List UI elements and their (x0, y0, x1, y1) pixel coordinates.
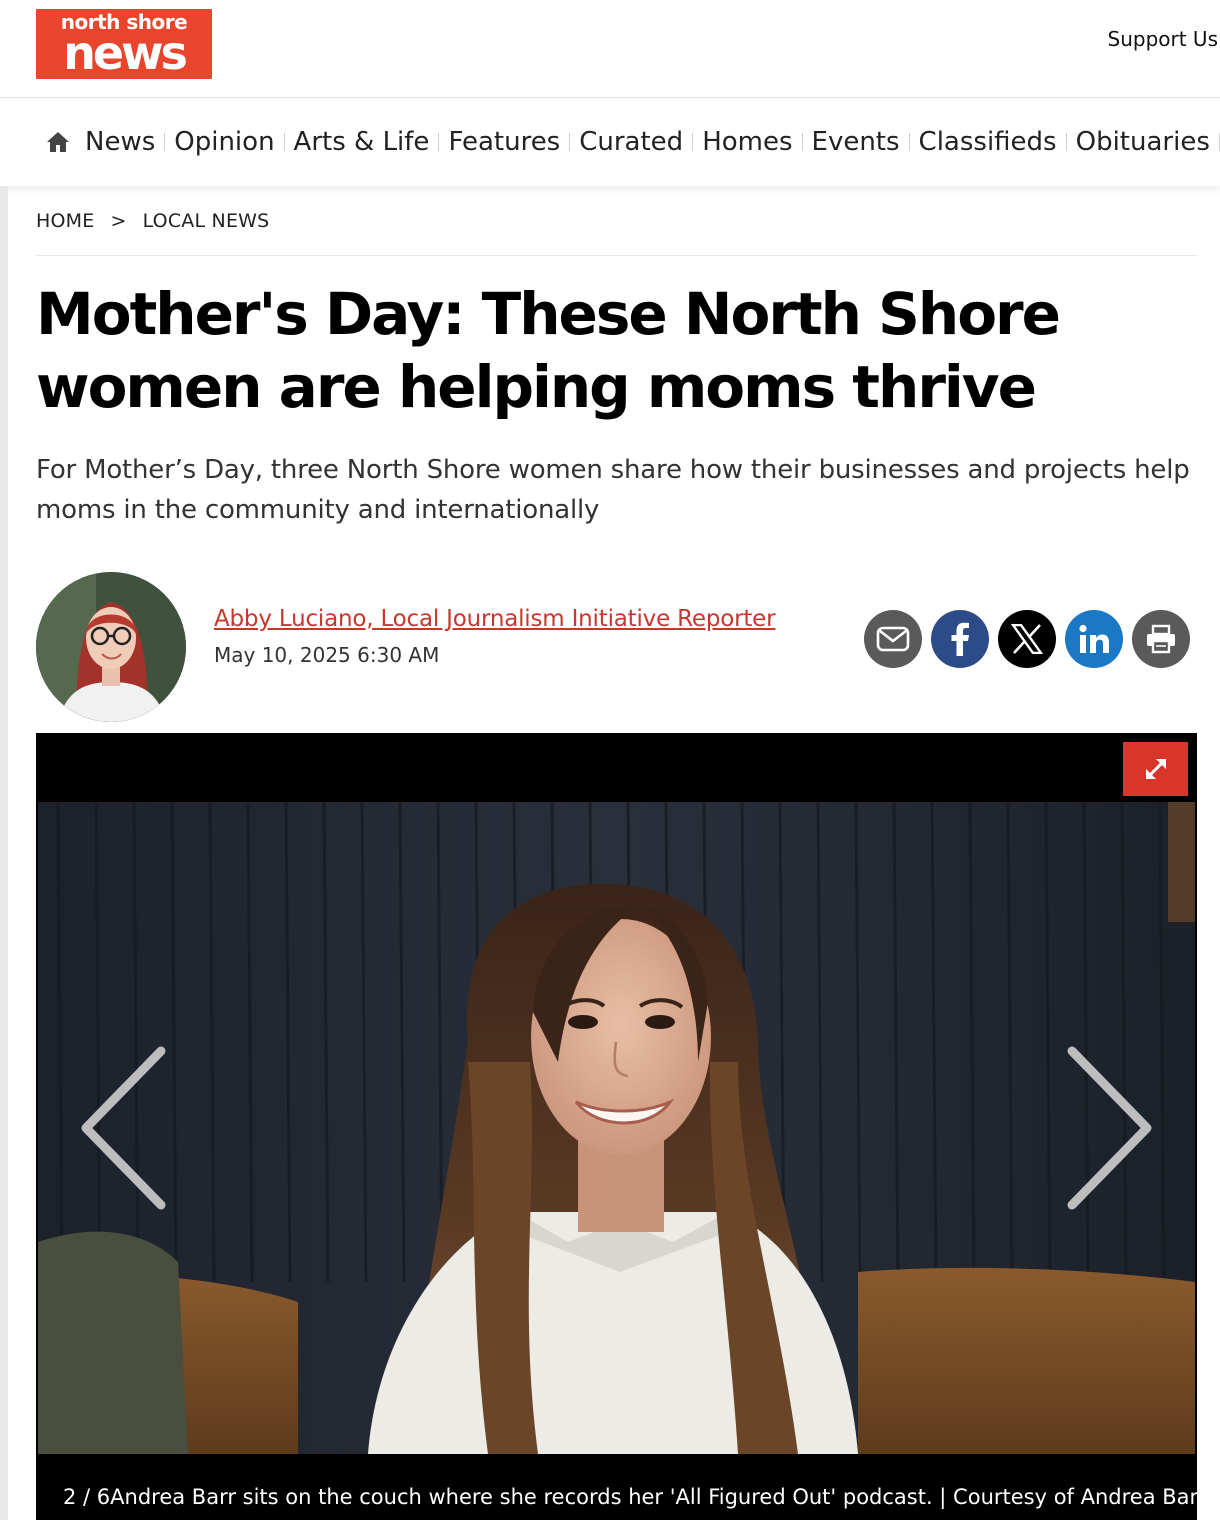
breadcrumb-home[interactable]: HOME (36, 210, 94, 232)
gallery-next-arrow[interactable] (1062, 1043, 1157, 1213)
author-link[interactable]: Abby Luciano, Local Journalism Initiativ… (214, 606, 776, 632)
print-icon (1147, 624, 1175, 654)
publish-date: May 10, 2025 6:30 AM (214, 643, 440, 667)
nav-item-curated[interactable]: Curated (570, 125, 692, 159)
gallery-counter: 2 / 6 (63, 1484, 111, 1509)
gallery-caption-bar: 2 / 6 Andrea Barr sits on the couch wher… (36, 1473, 1197, 1520)
photo-gallery[interactable]: 2 / 6 Andrea Barr sits on the couch wher… (36, 733, 1197, 1520)
article-title: Mother's Day: These North Shore women ar… (36, 280, 1061, 421)
nav-item-news[interactable]: News (76, 125, 164, 159)
nav-item-opinion[interactable]: Opinion (165, 125, 283, 159)
email-share-button[interactable] (864, 610, 922, 668)
breadcrumb-separator: > (110, 210, 127, 232)
print-share-button[interactable] (1132, 610, 1190, 668)
gallery-photo[interactable] (38, 802, 1195, 1454)
nav-item-classifieds[interactable]: Classifieds (910, 125, 1066, 159)
x-icon (1011, 624, 1043, 654)
gallery-prev-arrow[interactable] (76, 1043, 171, 1213)
breadcrumb: HOME > LOCAL NEWS (36, 210, 269, 232)
x-share-button[interactable] (998, 610, 1056, 668)
article-dek: For Mother’s Day, three North Shore wome… (36, 455, 1190, 525)
linkedin-share-button[interactable] (1065, 610, 1123, 668)
author-avatar[interactable] (36, 572, 186, 722)
gallery-caption: Andrea Barr sits on the couch where she … (110, 1484, 1197, 1509)
site-logo[interactable]: north shore news (36, 9, 212, 79)
logo-line-2: news (63, 26, 188, 79)
nav-item-obituaries[interactable]: Obituaries (1067, 125, 1219, 159)
facebook-icon (951, 622, 969, 656)
nav-item-features[interactable]: Features (439, 125, 569, 159)
facebook-share-button[interactable] (931, 610, 989, 668)
nav-item-homes[interactable]: Homes (693, 125, 801, 159)
breadcrumb-section[interactable]: LOCAL NEWS (143, 210, 270, 232)
site-header: north shore news Support Us (0, 0, 1220, 98)
home-icon[interactable] (46, 130, 70, 154)
breadcrumb-divider (36, 255, 1197, 256)
expand-icon (1145, 758, 1166, 780)
nav-list: News Opinion Arts & Life Features Curated Hom… (46, 125, 1220, 159)
fullscreen-button[interactable] (1123, 742, 1188, 796)
share-bar (864, 610, 1190, 668)
linkedin-icon (1079, 624, 1109, 653)
email-icon (876, 626, 910, 652)
main-nav: News Opinion Arts & Life Features Curated Hom… (0, 99, 1220, 186)
left-gutter (0, 186, 8, 1520)
nav-item-arts-life[interactable]: Arts & Life (285, 125, 439, 159)
support-us-link[interactable]: Support Us (1108, 27, 1218, 51)
nav-item-events[interactable]: Events (803, 125, 909, 159)
